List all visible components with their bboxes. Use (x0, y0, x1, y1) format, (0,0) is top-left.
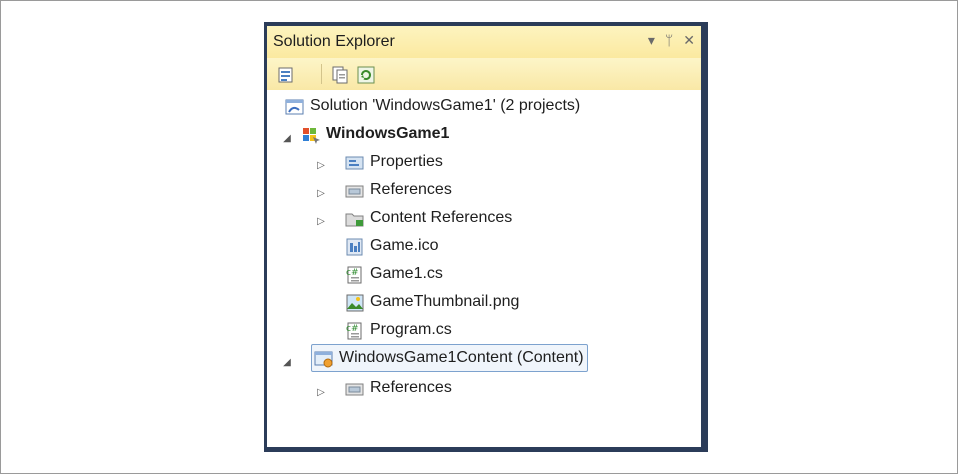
project-label: WindowsGame1Content (Content) (339, 349, 584, 366)
content-references-folder-icon (345, 209, 364, 227)
tree-item-gamethumbnail-png[interactable]: GameThumbnail.png (345, 288, 519, 316)
pin-icon[interactable]: ᛘ (665, 32, 673, 49)
collapse-arrow-icon[interactable]: ◢ (281, 133, 293, 144)
expand-arrow-icon[interactable]: ▷ (315, 216, 327, 227)
project-label: WindowsGame1 (326, 125, 450, 142)
tree-item-label: References (370, 181, 452, 198)
tree-item-project-windowsgame1content[interactable]: WindowsGame1Content (Content) (311, 344, 588, 372)
show-all-files-icon[interactable] (329, 64, 351, 86)
panel-title: Solution Explorer (273, 33, 395, 50)
tree-item-game1-cs[interactable]: c# Game1.cs (345, 260, 443, 288)
tree-item-game-ico[interactable]: Game.ico (345, 232, 438, 260)
tree-item-label: Content References (370, 209, 513, 226)
solution-label: Solution 'WindowsGame1' (2 projects) (310, 97, 581, 114)
panel-titlebar: Solution Explorer ▾ ᛘ ✕ (267, 26, 701, 58)
svg-text:c#: c# (346, 268, 359, 278)
tree-item-label: Game.ico (370, 237, 439, 254)
content-project-icon (314, 349, 333, 368)
tree-item-label: Game1.cs (370, 265, 443, 282)
tree-item-project-windowsgame1[interactable]: WindowsGame1 (301, 120, 449, 148)
csharp-file-icon: c# (345, 265, 363, 284)
expand-arrow-icon[interactable]: ▷ (315, 160, 327, 171)
toolbar-separator (321, 64, 322, 84)
image-file-icon (345, 293, 364, 312)
tree-item-label: References (370, 379, 452, 396)
collapse-arrow-icon[interactable]: ◢ (281, 357, 293, 368)
icon-file-icon (345, 237, 363, 256)
expand-arrow-icon[interactable]: ▷ (315, 387, 327, 398)
close-icon[interactable]: ✕ (683, 32, 695, 49)
tree-item-properties[interactable]: Properties (345, 148, 443, 176)
solution-explorer-panel: Solution Explorer ▾ ᛘ ✕ Solution 'Window… (264, 22, 708, 452)
windows-project-icon (301, 125, 320, 144)
refresh-icon[interactable] (355, 64, 377, 86)
dropdown-icon[interactable]: ▾ (648, 32, 655, 49)
tree-item-content-references[interactable]: Content References (345, 204, 512, 232)
expand-arrow-icon[interactable]: ▷ (315, 188, 327, 199)
references-folder-icon (345, 379, 364, 397)
tree-item-label: Properties (370, 153, 443, 170)
solution-tree: Solution 'WindowsGame1' (2 projects) ◢ W… (267, 90, 701, 447)
title-buttons: ▾ ᛘ ✕ (648, 32, 695, 49)
tree-item-references[interactable]: References (345, 176, 452, 204)
tree-item-solution[interactable]: Solution 'WindowsGame1' (2 projects) (285, 92, 580, 120)
solution-icon (285, 97, 304, 115)
tree-item-references[interactable]: References (345, 374, 452, 402)
panel-toolbar (267, 58, 701, 90)
properties-folder-icon (345, 153, 364, 171)
tree-item-label: Program.cs (370, 321, 452, 338)
tree-item-label: GameThumbnail.png (370, 293, 520, 310)
tree-item-program-cs[interactable]: c# Program.cs (345, 316, 452, 344)
properties-icon[interactable] (275, 64, 297, 86)
csharp-file-icon: c# (345, 321, 363, 340)
references-folder-icon (345, 181, 364, 199)
svg-text:c#: c# (346, 324, 359, 334)
